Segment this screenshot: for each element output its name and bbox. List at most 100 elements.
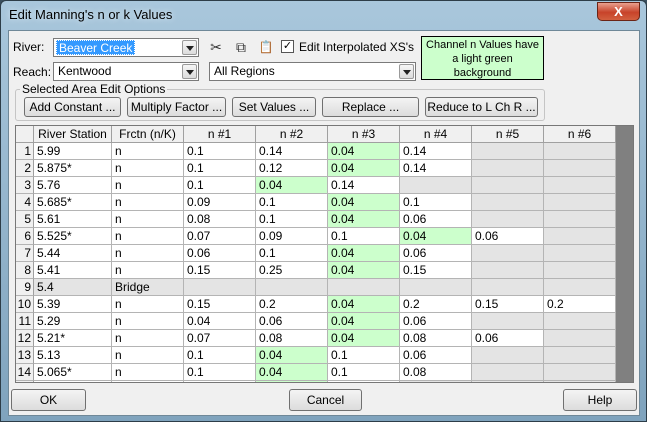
row-number[interactable]: 6 — [16, 228, 34, 245]
n-value-cell[interactable]: 0.1 — [184, 160, 256, 177]
river-station-cell[interactable]: 5.4 — [34, 279, 112, 296]
n-value-cell[interactable]: 0.1 — [400, 194, 472, 211]
n-value-cell[interactable] — [472, 381, 544, 382]
n-value-cell[interactable]: 0.2 — [400, 296, 472, 313]
row-number[interactable]: 10 — [16, 296, 34, 313]
copy-icon[interactable]: ⧉ — [231, 37, 251, 57]
river-station-cell[interactable]: 5.875* — [34, 160, 112, 177]
friction-cell[interactable]: n — [112, 347, 184, 364]
n-value-cell[interactable]: 0.14 — [400, 143, 472, 160]
river-station-cell[interactable]: 5.065* — [34, 364, 112, 381]
region-select[interactable]: All Regions — [209, 62, 416, 81]
mannings-grid[interactable]: River Station Frctn (n/K) n #1 n #2 n #3 n #4… — [15, 125, 634, 383]
n-value-cell[interactable] — [544, 211, 616, 228]
n-value-cell[interactable]: 0.2 — [256, 296, 328, 313]
n-value-cell[interactable]: 0.15 — [184, 296, 256, 313]
river-station-cell[interactable]: 5.76 — [34, 177, 112, 194]
row-number[interactable]: 9 — [16, 279, 34, 296]
n-value-cell[interactable] — [472, 364, 544, 381]
n-value-cell[interactable]: 0.1 — [328, 381, 400, 382]
close-button[interactable]: X — [597, 2, 640, 21]
n-value-cell[interactable]: 0.04 — [328, 330, 400, 347]
set-values-button[interactable]: Set Values ... — [232, 97, 316, 117]
river-station-cell[interactable]: 5.0 — [34, 381, 112, 382]
river-station-cell[interactable]: 5.99 — [34, 143, 112, 160]
n-value-cell[interactable]: 0.09 — [184, 194, 256, 211]
friction-cell[interactable]: n — [112, 211, 184, 228]
n-value-cell[interactable]: 0.1 — [328, 228, 400, 245]
cut-icon[interactable]: ✂ — [206, 37, 226, 57]
row-number[interactable]: 15 — [16, 381, 34, 382]
n-value-cell[interactable] — [544, 194, 616, 211]
n-value-cell[interactable]: 0.1 — [184, 364, 256, 381]
column-header[interactable]: n #2 — [256, 126, 328, 143]
n-value-cell[interactable]: 0.06 — [400, 211, 472, 228]
n-value-cell[interactable]: 0.1 — [256, 194, 328, 211]
n-value-cell[interactable]: 0.2 — [544, 296, 616, 313]
column-header[interactable]: n #6 — [544, 126, 616, 143]
n-value-cell[interactable]: 0.14 — [256, 143, 328, 160]
row-number[interactable]: 7 — [16, 245, 34, 262]
n-value-cell[interactable]: 0.15 — [472, 296, 544, 313]
river-station-cell[interactable]: 5.21* — [34, 330, 112, 347]
row-number[interactable]: 4 — [16, 194, 34, 211]
row-number[interactable]: 8 — [16, 262, 34, 279]
title-bar[interactable]: Edit Manning's n or k Values X — [1, 1, 646, 29]
column-header[interactable]: n #4 — [400, 126, 472, 143]
n-value-cell[interactable]: 0.1 — [328, 364, 400, 381]
reach-select[interactable]: Kentwood — [53, 62, 199, 81]
n-value-cell[interactable]: 0.04 — [328, 313, 400, 330]
n-value-cell[interactable] — [544, 245, 616, 262]
row-number[interactable]: 2 — [16, 160, 34, 177]
n-value-cell[interactable] — [184, 279, 256, 296]
friction-cell[interactable]: n — [112, 381, 184, 382]
row-number[interactable]: 13 — [16, 347, 34, 364]
n-value-cell[interactable]: 0.12 — [256, 160, 328, 177]
n-value-cell[interactable]: 0.1 — [184, 143, 256, 160]
n-value-cell[interactable] — [472, 194, 544, 211]
n-value-cell[interactable] — [472, 177, 544, 194]
column-header[interactable]: n #3 — [328, 126, 400, 143]
chevron-down-icon[interactable] — [182, 40, 197, 55]
multiply-factor-button[interactable]: Multiply Factor ... — [127, 97, 226, 117]
n-value-cell[interactable] — [472, 347, 544, 364]
n-value-cell[interactable] — [544, 313, 616, 330]
n-value-cell[interactable] — [544, 364, 616, 381]
friction-cell[interactable]: n — [112, 143, 184, 160]
friction-cell[interactable]: n — [112, 313, 184, 330]
n-value-cell[interactable] — [544, 177, 616, 194]
n-value-cell[interactable]: 0.04 — [328, 194, 400, 211]
row-number[interactable]: 14 — [16, 364, 34, 381]
n-value-cell[interactable] — [544, 381, 616, 382]
n-value-cell[interactable] — [544, 262, 616, 279]
n-value-cell[interactable]: 0.04 — [256, 381, 328, 382]
n-value-cell[interactable]: 0.07 — [184, 330, 256, 347]
friction-cell[interactable]: n — [112, 364, 184, 381]
n-value-cell[interactable] — [544, 228, 616, 245]
friction-cell[interactable]: n — [112, 160, 184, 177]
chevron-down-icon[interactable] — [399, 64, 414, 79]
friction-cell[interactable]: n — [112, 245, 184, 262]
column-header[interactable]: n #1 — [184, 126, 256, 143]
n-value-cell[interactable]: 0.14 — [400, 160, 472, 177]
friction-cell[interactable]: n — [112, 228, 184, 245]
reduce-lchr-button[interactable]: Reduce to L Ch R ... — [425, 97, 538, 117]
n-value-cell[interactable]: 0.08 — [256, 330, 328, 347]
paste-icon[interactable]: 📋 — [256, 37, 276, 57]
row-number[interactable]: 5 — [16, 211, 34, 228]
n-value-cell[interactable]: 0.08 — [400, 330, 472, 347]
n-value-cell[interactable] — [472, 211, 544, 228]
n-value-cell[interactable] — [400, 177, 472, 194]
n-value-cell[interactable]: 0.04 — [400, 228, 472, 245]
replace-button[interactable]: Replace ... — [322, 97, 419, 117]
n-value-cell[interactable]: 0.06 — [256, 313, 328, 330]
n-value-cell[interactable] — [472, 143, 544, 160]
n-value-cell[interactable] — [256, 279, 328, 296]
n-value-cell[interactable]: 0.04 — [256, 347, 328, 364]
river-station-cell[interactable]: 5.13 — [34, 347, 112, 364]
n-value-cell[interactable] — [544, 143, 616, 160]
n-value-cell[interactable]: 0.1 — [328, 347, 400, 364]
n-value-cell[interactable]: 0.06 — [400, 347, 472, 364]
cancel-button[interactable]: Cancel — [289, 389, 362, 411]
n-value-cell[interactable] — [544, 279, 616, 296]
